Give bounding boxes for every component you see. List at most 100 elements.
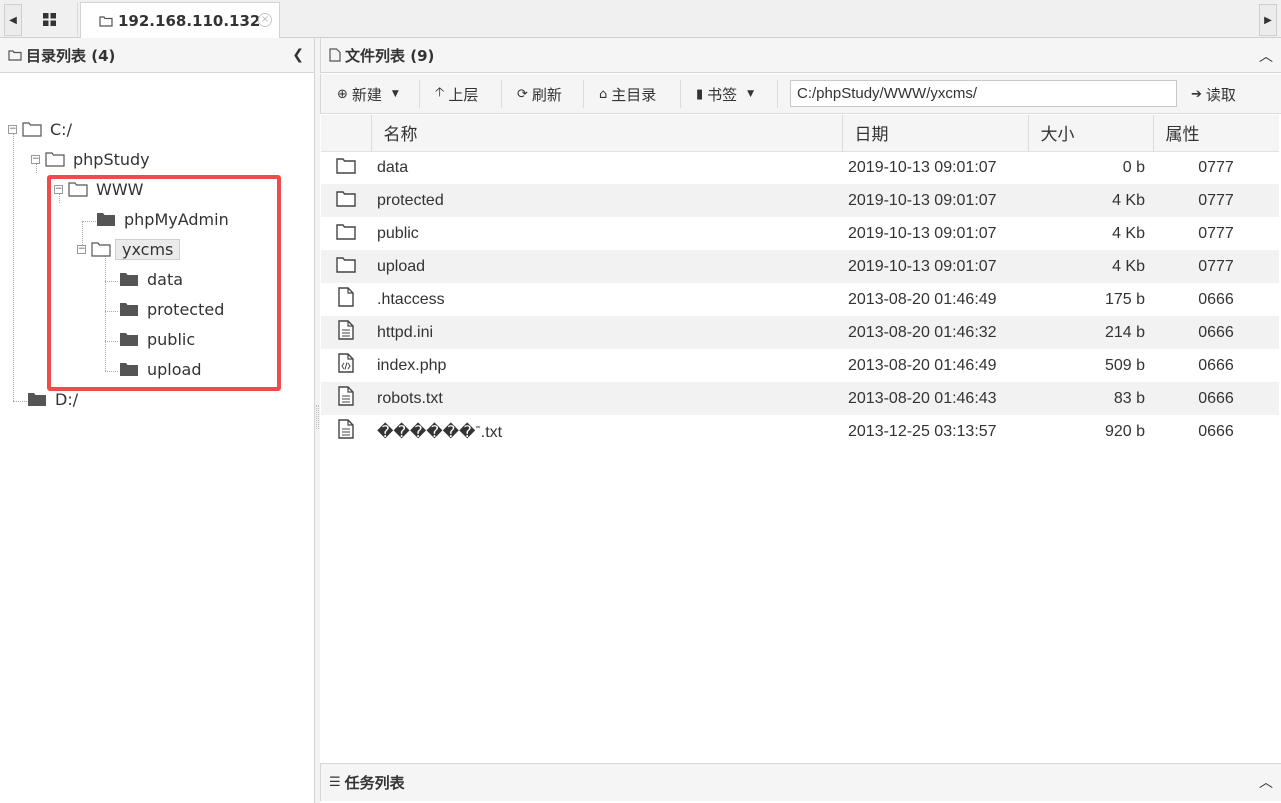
file-name-cell[interactable]: protected bbox=[371, 184, 842, 217]
up-level-button[interactable]: 🡡 上层 bbox=[435, 82, 478, 106]
tab-scroll-right-button[interactable]: ▶ bbox=[1259, 4, 1277, 36]
collapse-toggle-icon[interactable]: − bbox=[31, 154, 40, 164]
bookmark-icon: ▮ bbox=[696, 86, 704, 102]
file-date-cell: 2019-10-13 09:01:07 bbox=[842, 217, 1028, 250]
arrow-right-icon: ➔ bbox=[1191, 86, 1202, 102]
file-panel: 文件列表 (9) ︿ ⊕ 新建 ▼ 🡡 上层 ⟳ 刷新 ⌂ 主目录 ▮ 书签 ▼ bbox=[320, 38, 1281, 803]
file-date-cell: 2013-08-20 01:46:32 bbox=[842, 316, 1028, 349]
folder-icon bbox=[120, 273, 138, 286]
file-outline-icon bbox=[329, 48, 341, 62]
code-file-icon bbox=[338, 353, 354, 377]
size-column-header[interactable]: 大小 bbox=[1028, 115, 1154, 152]
file-size-cell: 0 b bbox=[1028, 151, 1153, 184]
chevron-up-icon[interactable]: ︿ bbox=[1259, 772, 1273, 792]
splitter-grip[interactable] bbox=[316, 405, 319, 429]
tree-node-upload[interactable]: upload bbox=[119, 357, 202, 381]
folder-outline-icon bbox=[8, 50, 22, 61]
new-button[interactable]: ⊕ 新建 ▼ bbox=[337, 82, 399, 106]
file-name-cell[interactable]: public bbox=[371, 217, 842, 250]
file-perm-cell: 0666 bbox=[1153, 283, 1279, 316]
refresh-button[interactable]: ⟳ 刷新 bbox=[517, 82, 562, 106]
tree-node-c-drive[interactable]: − C:/ bbox=[8, 117, 72, 141]
tree-node-www[interactable]: − WWW bbox=[54, 177, 143, 201]
icon-column-header bbox=[321, 115, 372, 152]
arrow-up-icon: 🡡 bbox=[435, 85, 445, 100]
table-row[interactable]: robots.txt 2013-08-20 01:46:43 83 b 0666 bbox=[321, 382, 1279, 415]
file-perm-cell: 0777 bbox=[1153, 250, 1279, 283]
file-name-cell[interactable]: robots.txt bbox=[371, 382, 842, 415]
tree-node-yxcms[interactable]: − yxcms bbox=[77, 237, 181, 261]
file-date-cell: 2019-10-13 09:01:07 bbox=[842, 250, 1028, 283]
date-column-header[interactable]: 日期 bbox=[842, 115, 1029, 152]
folder-outline-icon bbox=[68, 182, 88, 197]
file-name-cell[interactable]: httpd.ini bbox=[371, 316, 842, 349]
up-level-label: 上层 bbox=[448, 85, 479, 104]
tree-node-data[interactable]: data bbox=[119, 267, 183, 291]
tree-label-phpmyadmin: phpMyAdmin bbox=[124, 209, 229, 229]
tree-label-public: public bbox=[147, 329, 196, 349]
collapse-toggle-icon[interactable]: − bbox=[8, 124, 17, 134]
table-row[interactable]: ������ˉ.txt 2013-12-25 03:13:57 920 b 0666 bbox=[321, 415, 1279, 448]
collapse-toggle-icon[interactable]: − bbox=[54, 184, 63, 194]
file-perm-cell: 0777 bbox=[1153, 184, 1279, 217]
home-grid-tab[interactable] bbox=[22, 2, 78, 36]
collapse-left-icon[interactable]: ❮ bbox=[292, 47, 304, 63]
tree-node-d-drive[interactable]: D:/ bbox=[27, 387, 78, 411]
table-row[interactable]: .htaccess 2013-08-20 01:46:49 175 b 0666 bbox=[321, 283, 1279, 316]
tree-node-phpstudy[interactable]: − phpStudy bbox=[31, 147, 150, 171]
collapse-toggle-icon[interactable]: − bbox=[77, 244, 86, 254]
table-row[interactable]: public 2019-10-13 09:01:07 4 Kb 0777 bbox=[321, 217, 1279, 250]
refresh-icon: ⟳ bbox=[517, 86, 528, 102]
path-input[interactable] bbox=[790, 80, 1177, 107]
file-size-cell: 920 b bbox=[1028, 415, 1153, 448]
refresh-label: 刷新 bbox=[531, 85, 562, 104]
folder-icon bbox=[120, 333, 138, 346]
file-date-cell: 2013-08-20 01:46:49 bbox=[842, 283, 1028, 316]
file-date-cell: 2013-08-20 01:46:43 bbox=[842, 382, 1028, 415]
table-row[interactable]: upload 2019-10-13 09:01:07 4 Kb 0777 bbox=[321, 250, 1279, 283]
folder-outline-icon bbox=[22, 122, 42, 137]
file-panel-title: 文件列表 (9) bbox=[345, 46, 435, 65]
tree-node-public[interactable]: public bbox=[119, 327, 195, 351]
table-row[interactable]: index.php 2013-08-20 01:46:49 509 b 0666 bbox=[321, 349, 1279, 382]
tab-host[interactable]: 192.168.110.132 × bbox=[80, 2, 280, 38]
directory-tree: − C:/ − phpStudy − WWW phpMyAdmin − yxcm… bbox=[0, 73, 314, 773]
tree-label-phpstudy: phpStudy bbox=[73, 149, 150, 169]
table-row[interactable]: httpd.ini 2013-08-20 01:46:32 214 b 0666 bbox=[321, 316, 1279, 349]
tree-label-d-drive: D:/ bbox=[55, 389, 79, 409]
file-name-cell[interactable]: .htaccess bbox=[371, 283, 842, 316]
tab-scroll-left-button[interactable]: ◀ bbox=[4, 4, 22, 36]
file-size-cell: 4 Kb bbox=[1028, 250, 1153, 283]
home-dir-button[interactable]: ⌂ 主目录 bbox=[599, 82, 656, 106]
file-name-cell[interactable]: upload bbox=[371, 250, 842, 283]
table-row[interactable]: protected 2019-10-13 09:01:07 4 Kb 0777 bbox=[321, 184, 1279, 217]
tree-label-c-drive: C:/ bbox=[50, 119, 72, 139]
chevron-up-icon[interactable]: ︿ bbox=[1259, 46, 1273, 66]
file-name-cell[interactable]: index.php bbox=[371, 349, 842, 382]
folder-outline-icon bbox=[99, 15, 113, 27]
caret-down-icon: ▼ bbox=[747, 89, 755, 99]
file-name-cell[interactable]: data bbox=[371, 151, 842, 184]
file-panel-header: 文件列表 (9) ︿ bbox=[320, 38, 1281, 73]
file-perm-cell: 0666 bbox=[1153, 349, 1279, 382]
table-row[interactable]: data 2019-10-13 09:01:07 0 b 0777 bbox=[321, 151, 1279, 184]
file-perm-cell: 0666 bbox=[1153, 316, 1279, 349]
file-type-cell bbox=[321, 184, 371, 217]
read-label: 读取 bbox=[1205, 85, 1236, 104]
folder-icon bbox=[336, 158, 356, 178]
file-date-cell: 2013-08-20 01:46:49 bbox=[842, 349, 1028, 382]
file-perm-cell: 0777 bbox=[1153, 217, 1279, 250]
tree-node-phpmyadmin[interactable]: phpMyAdmin bbox=[96, 207, 229, 231]
read-button[interactable]: ➔ 读取 bbox=[1191, 82, 1236, 106]
folder-outline-icon bbox=[91, 242, 111, 257]
close-tab-icon[interactable]: × bbox=[258, 13, 272, 27]
tree-label-www: WWW bbox=[96, 179, 144, 199]
tree-label-data: data bbox=[147, 269, 184, 289]
directory-panel: 目录列表 (4) ❮ − C:/ − phpStudy − WWW phpMyA… bbox=[0, 38, 315, 803]
perm-column-header[interactable]: 属性 bbox=[1153, 115, 1279, 152]
file-size-cell: 509 b bbox=[1028, 349, 1153, 382]
bookmark-button[interactable]: ▮ 书签 ▼ bbox=[696, 82, 754, 106]
file-name-cell[interactable]: ������ˉ.txt bbox=[371, 415, 842, 448]
name-column-header[interactable]: 名称 bbox=[371, 115, 843, 152]
tree-node-protected[interactable]: protected bbox=[119, 297, 224, 321]
